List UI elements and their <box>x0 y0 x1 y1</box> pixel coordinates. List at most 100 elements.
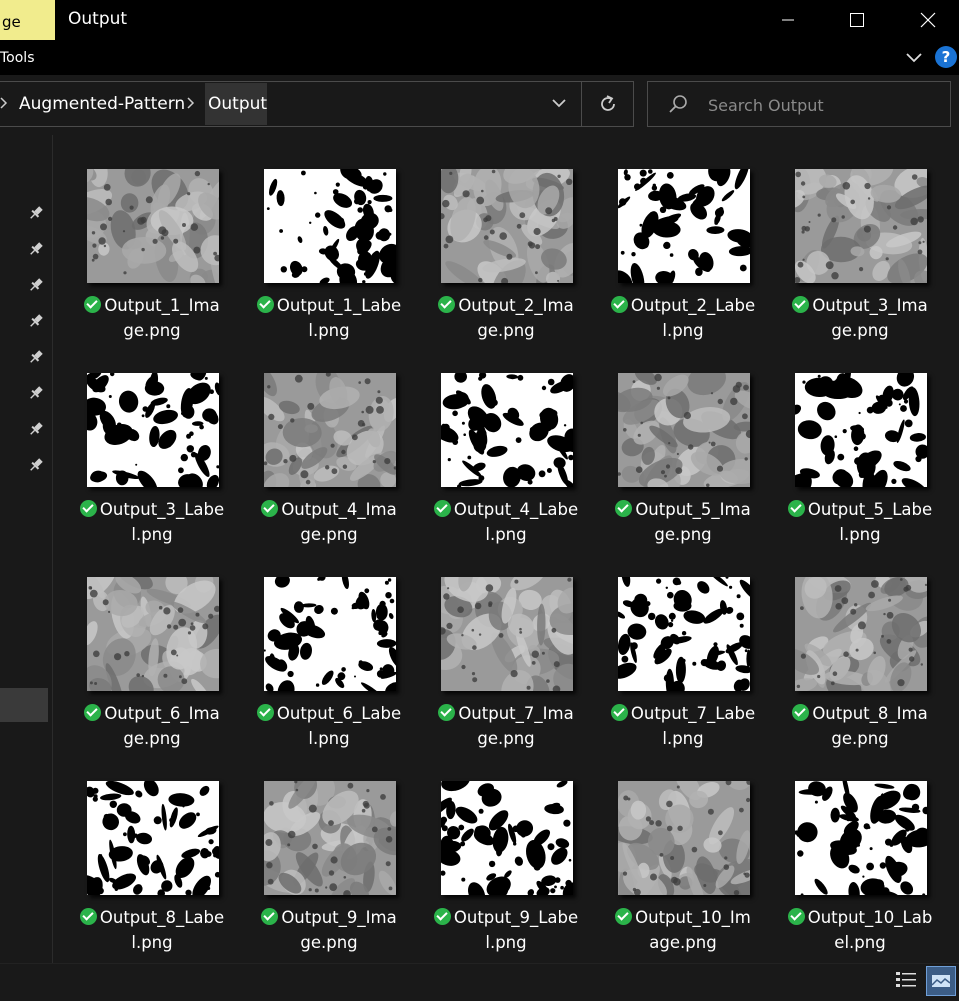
file-name[interactable]: Output_1_Labe l.png <box>254 293 404 343</box>
file-thumbnail[interactable] <box>264 169 396 283</box>
file-thumbnail[interactable] <box>264 577 396 691</box>
file-name[interactable]: Output_1_Ima ge.png <box>77 293 227 343</box>
file-thumbnail[interactable] <box>441 577 573 691</box>
pin-icon[interactable] <box>28 205 44 221</box>
file-thumbnail[interactable] <box>87 169 219 283</box>
file-item[interactable]: Output_4_Labe l.png <box>431 373 581 563</box>
file-thumbnail[interactable] <box>795 781 927 895</box>
file-name[interactable]: Output_4_Ima ge.png <box>254 497 404 547</box>
file-item[interactable]: Output_2_Ima ge.png <box>431 169 581 359</box>
file-item[interactable]: Output_8_Labe l.png <box>77 781 227 971</box>
file-list: Output_1_Ima ge.png Output_1_Labe l.png Outp… <box>53 135 959 963</box>
file-name[interactable]: Output_6_Ima ge.png <box>77 701 227 751</box>
file-item[interactable]: Output_9_Ima ge.png <box>254 781 404 971</box>
pin-icon[interactable] <box>28 349 44 365</box>
file-thumbnail[interactable] <box>87 781 219 895</box>
file-name-line1: Output_2_Ima <box>458 296 574 315</box>
chevron-down-icon[interactable] <box>903 46 925 68</box>
ribbon-tools-label[interactable]: Tools <box>0 50 35 66</box>
file-item[interactable]: Output_2_Labe l.png <box>608 169 758 359</box>
pin-icon[interactable] <box>28 421 44 437</box>
file-thumbnail[interactable] <box>618 781 750 895</box>
sync-ok-icon <box>438 296 456 313</box>
file-name-line2: el.png <box>834 933 886 952</box>
file-item[interactable]: Output_6_Labe l.png <box>254 577 404 767</box>
file-item[interactable]: Output_8_Ima ge.png <box>785 577 935 767</box>
search-icon <box>669 95 687 113</box>
file-thumbnail[interactable] <box>441 169 573 283</box>
file-thumbnail[interactable] <box>618 373 750 487</box>
file-item[interactable]: Output_4_Ima ge.png <box>254 373 404 563</box>
sync-ok-icon <box>787 500 805 517</box>
file-name-line1: Output_8_Labe <box>99 908 225 927</box>
file-thumbnail[interactable] <box>795 373 927 487</box>
file-name[interactable]: Output_8_Ima ge.png <box>785 701 935 751</box>
file-item[interactable]: Output_5_Labe l.png <box>785 373 935 563</box>
pin-icon[interactable] <box>28 457 44 473</box>
file-name[interactable]: Output_2_Labe l.png <box>608 293 758 343</box>
file-item[interactable]: Output_5_Ima ge.png <box>608 373 758 563</box>
file-name[interactable]: Output_3_Ima ge.png <box>785 293 935 343</box>
file-name[interactable]: Output_5_Labe l.png <box>785 497 935 547</box>
maximize-button[interactable] <box>834 0 880 40</box>
file-item[interactable]: Output_3_Ima ge.png <box>785 169 935 359</box>
chevron-right-icon[interactable] <box>0 96 8 110</box>
file-name-line2: ge.png <box>477 321 535 340</box>
pin-icon[interactable] <box>28 313 44 329</box>
refresh-icon[interactable] <box>597 93 619 115</box>
file-item[interactable]: Output_1_Labe l.png <box>254 169 404 359</box>
file-thumbnail[interactable] <box>441 373 573 487</box>
file-item[interactable]: Output_7_Ima ge.png <box>431 577 581 767</box>
file-item[interactable]: Output_7_Labe l.png <box>608 577 758 767</box>
file-name[interactable]: Output_9_Ima ge.png <box>254 905 404 955</box>
file-thumbnail[interactable] <box>618 169 750 283</box>
breadcrumb-output[interactable]: Output <box>208 94 267 114</box>
chevron-right-icon[interactable] <box>187 96 195 110</box>
file-name[interactable]: Output_7_Labe l.png <box>608 701 758 751</box>
file-thumbnail[interactable] <box>264 781 396 895</box>
file-thumbnail[interactable] <box>87 373 219 487</box>
file-name-line1: Output_1_Ima <box>104 296 220 315</box>
sync-ok-icon <box>615 908 633 925</box>
help-icon[interactable]: ? <box>935 46 957 68</box>
file-name-line1: Output_3_Labe <box>99 500 225 519</box>
file-name[interactable]: Output_2_Ima ge.png <box>431 293 581 343</box>
details-view-icon[interactable] <box>893 968 919 994</box>
pin-icon[interactable] <box>28 277 44 293</box>
file-name[interactable]: Output_5_Ima ge.png <box>608 497 758 547</box>
file-item[interactable]: Output_6_Ima ge.png <box>77 577 227 767</box>
search-input[interactable]: Search Output <box>708 96 824 115</box>
file-thumbnail[interactable] <box>264 373 396 487</box>
pin-icon[interactable] <box>28 385 44 401</box>
file-name[interactable]: Output_9_Labe l.png <box>431 905 581 955</box>
large-icons-view-button[interactable] <box>926 966 956 996</box>
file-thumbnail[interactable] <box>795 577 927 691</box>
sync-ok-icon <box>610 296 628 313</box>
sync-ok-icon <box>433 500 451 517</box>
file-name[interactable]: Output_6_Labe l.png <box>254 701 404 751</box>
file-name[interactable]: Output_7_Ima ge.png <box>431 701 581 751</box>
file-item[interactable]: Output_10_Im age.png <box>608 781 758 971</box>
nav-selected-item[interactable] <box>0 688 48 722</box>
close-button[interactable] <box>905 0 951 40</box>
ribbon-tab-manage[interactable]: ge <box>0 0 55 40</box>
minimize-button[interactable] <box>765 0 811 40</box>
file-name[interactable]: Output_10_Im age.png <box>608 905 758 955</box>
file-item[interactable]: Output_9_Labe l.png <box>431 781 581 971</box>
file-name[interactable]: Output_10_Lab el.png <box>785 905 935 955</box>
pin-icon[interactable] <box>28 241 44 257</box>
file-name-line2: ge.png <box>831 321 889 340</box>
file-name[interactable]: Output_8_Labe l.png <box>77 905 227 955</box>
breadcrumb-augmented-pattern[interactable]: Augmented-Pattern <box>19 94 185 114</box>
file-name-line2: age.png <box>649 933 717 952</box>
file-thumbnail[interactable] <box>618 577 750 691</box>
address-dropdown-icon[interactable] <box>550 96 568 110</box>
file-name[interactable]: Output_4_Labe l.png <box>431 497 581 547</box>
file-item[interactable]: Output_3_Labe l.png <box>77 373 227 563</box>
file-name[interactable]: Output_3_Labe l.png <box>77 497 227 547</box>
file-thumbnail[interactable] <box>795 169 927 283</box>
file-item[interactable]: Output_1_Ima ge.png <box>77 169 227 359</box>
file-item[interactable]: Output_10_Lab el.png <box>785 781 935 971</box>
file-thumbnail[interactable] <box>441 781 573 895</box>
file-thumbnail[interactable] <box>87 577 219 691</box>
